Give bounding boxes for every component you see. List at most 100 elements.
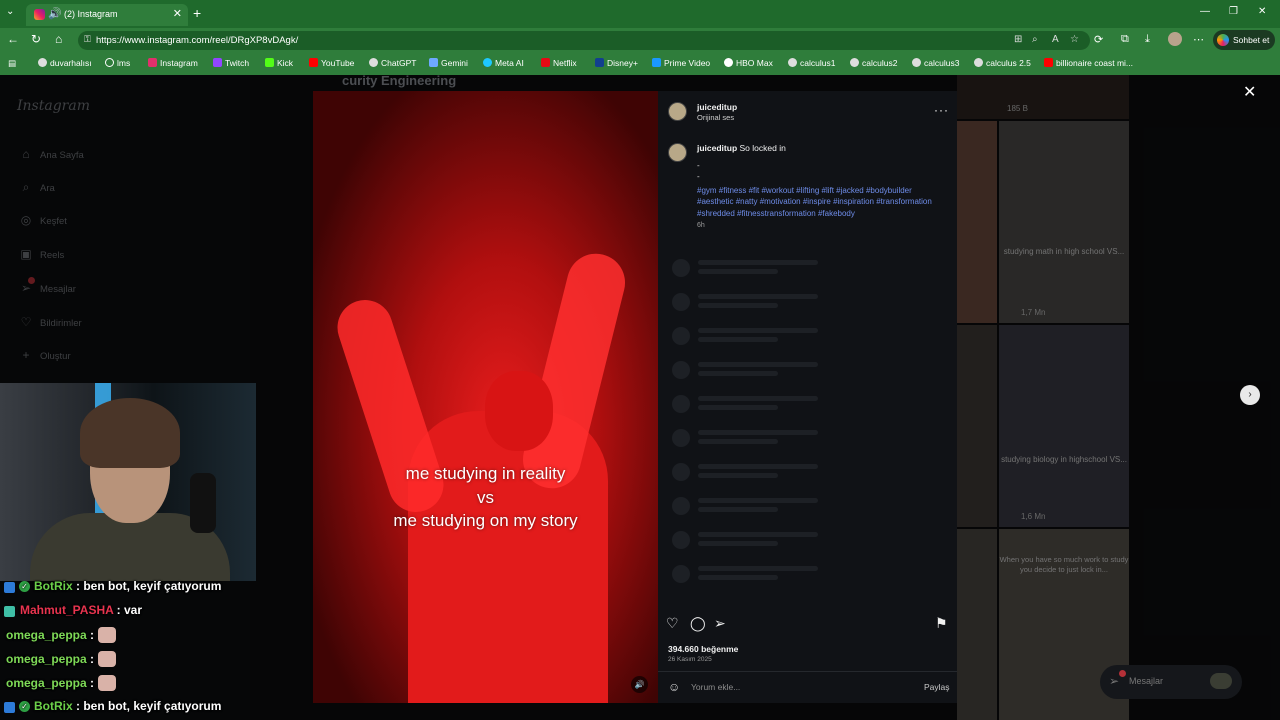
chat-username: Mahmut_PASHA [20,603,114,617]
skeleton-avatar [672,497,690,515]
tab-title: (2) Instagram [64,9,118,19]
bookmark-item[interactable]: calculus 2.5 [974,58,1031,68]
skeleton-avatar [672,395,690,413]
back-icon[interactable]: ← [7,32,19,46]
post-caption: juiceditup So locked in [697,143,786,153]
caption-line: me studying on my story [393,511,578,530]
chat-username: omega_peppa [6,628,87,642]
window-close-button[interactable]: ✕ [1258,6,1266,17]
caption-dash: - [697,161,700,170]
volume-icon[interactable]: 🔊 [631,676,648,693]
tab-list-icon[interactable]: ⌄ [6,6,14,17]
more-menu-icon[interactable]: ⋯ [1193,33,1204,46]
avatar[interactable] [668,102,687,121]
skeleton-line [698,498,818,503]
like-heart-icon[interactable]: ♡ [666,615,679,632]
copilot-icon [1217,34,1229,46]
chat-text: : var [113,603,143,617]
bookmark-item[interactable]: calculus1 [788,58,835,68]
post-panel: juiceditup Orijinal ses ··· juiceditup S… [658,91,957,703]
chat-text: : [86,628,95,642]
tab-instagram[interactable]: 🔊 (2) Instagram ✕ [26,4,188,26]
bookmark-item[interactable]: ChatGPT [369,58,416,68]
share-button[interactable]: Paylaş [924,682,950,692]
skeleton-line [698,303,778,308]
bookmark-item[interactable]: Instagram [148,58,198,68]
skeleton-line [698,405,778,410]
close-icon[interactable]: ✕ [1243,82,1256,102]
bookmark-item[interactable]: Netflix [541,58,577,68]
skeleton-avatar [672,293,690,311]
caption-username[interactable]: juiceditup [697,143,737,153]
bookmark-item[interactable]: Gemini [429,58,468,68]
profile-avatar[interactable] [1168,32,1182,46]
badge-icon [4,582,15,593]
speaker-icon[interactable]: 🔊 [48,7,62,20]
bookmark-item[interactable]: calculus3 [912,58,959,68]
restore-button[interactable]: ❐ [1229,6,1238,17]
bookmark-item[interactable]: Prime Video [652,58,710,68]
skeleton-avatar [672,429,690,447]
comment-icon[interactable]: ◯ [690,615,706,632]
bookmark-item[interactable]: billionaire coast mi... [1044,58,1133,68]
skeleton-avatar [672,259,690,277]
skeleton-line [698,269,778,274]
home-icon[interactable]: ⌂ [55,32,62,46]
bookmark-item[interactable]: Kick [265,58,293,68]
avatar[interactable] [668,143,687,162]
bookmark-item[interactable]: YouTube [309,58,354,68]
app-icon[interactable]: ⊞ [1014,34,1022,45]
bookmark-icon[interactable]: ⚑ [935,615,948,632]
next-arrow-icon[interactable]: › [1240,385,1260,405]
chat-text: : ben bot, keyif çatıyorum [72,699,222,713]
post-date: 26 Kasım 2025 [668,656,712,663]
skeleton-line [698,541,778,546]
audio-label[interactable]: Orijinal ses [697,113,734,122]
post-username[interactable]: juiceditup [697,102,737,112]
refresh-icon[interactable]: ↻ [31,32,41,46]
bookmark-item[interactable]: Meta AI [483,58,524,68]
reel-video[interactable]: me studying in reality vs me studying on… [313,91,658,703]
sidebar-toggle-icon[interactable]: ▤ [8,58,16,69]
bookmark-item[interactable]: duvarhalısı [38,58,92,68]
emote-icon [98,675,117,691]
bookmark-item[interactable]: Disney+ [595,58,638,68]
share-icon[interactable]: ➢ [714,615,726,632]
like-count[interactable]: 394.660 beğenme [668,644,738,654]
bookmark-item[interactable]: HBO Max [724,58,773,68]
skeleton-line [698,337,778,342]
site-info-icon[interactable]: ⚿ [84,34,91,45]
collections-icon[interactable]: ⧉ [1121,33,1129,46]
new-tab-button[interactable]: + [193,5,201,21]
minimize-button[interactable]: — [1200,6,1210,17]
copilot-label: Sohbet et [1233,35,1270,45]
notification-badge [1119,670,1126,677]
favorite-star-icon[interactable]: ☆ [1070,34,1079,45]
url-field[interactable]: ⚿ https://www.instagram.com/reel/DRgXP8v… [78,31,1090,50]
read-aloud-icon[interactable]: A [1052,34,1059,45]
download-icon[interactable]: ⤓ [1145,33,1150,46]
more-options-icon[interactable]: ··· [934,103,949,117]
comment-input[interactable]: Yorum ekle... [691,682,740,692]
copilot-button[interactable]: Sohbet et [1213,30,1275,50]
skeleton-line [698,575,778,580]
verified-icon: ✓ [19,581,30,592]
skeleton-avatar [672,565,690,583]
badge-icon [4,702,15,713]
chat-username: BotRix [34,699,73,713]
close-icon[interactable]: ✕ [173,7,182,20]
divider [658,671,957,672]
hashtags[interactable]: #gym #fitness #fit #workout #lifting #li… [697,185,937,219]
bookmark-item[interactable]: calculus2 [850,58,897,68]
emoji-icon[interactable]: ☺ [668,680,680,694]
bookmark-item[interactable]: lms [105,58,130,68]
messages-float-button[interactable]: ➢ Mesajlar [1100,665,1242,699]
skeleton-line [698,371,778,376]
zoom-icon[interactable]: ⌕ [1032,34,1038,45]
url-text: https://www.instagram.com/reel/DRgXP8vDA… [96,35,299,46]
skeleton-line [698,396,818,401]
skeleton-avatar [672,463,690,481]
extensions-icon[interactable]: ⟳ [1094,33,1103,46]
webcam-hair [80,398,180,468]
bookmark-item[interactable]: Twitch [213,58,249,68]
